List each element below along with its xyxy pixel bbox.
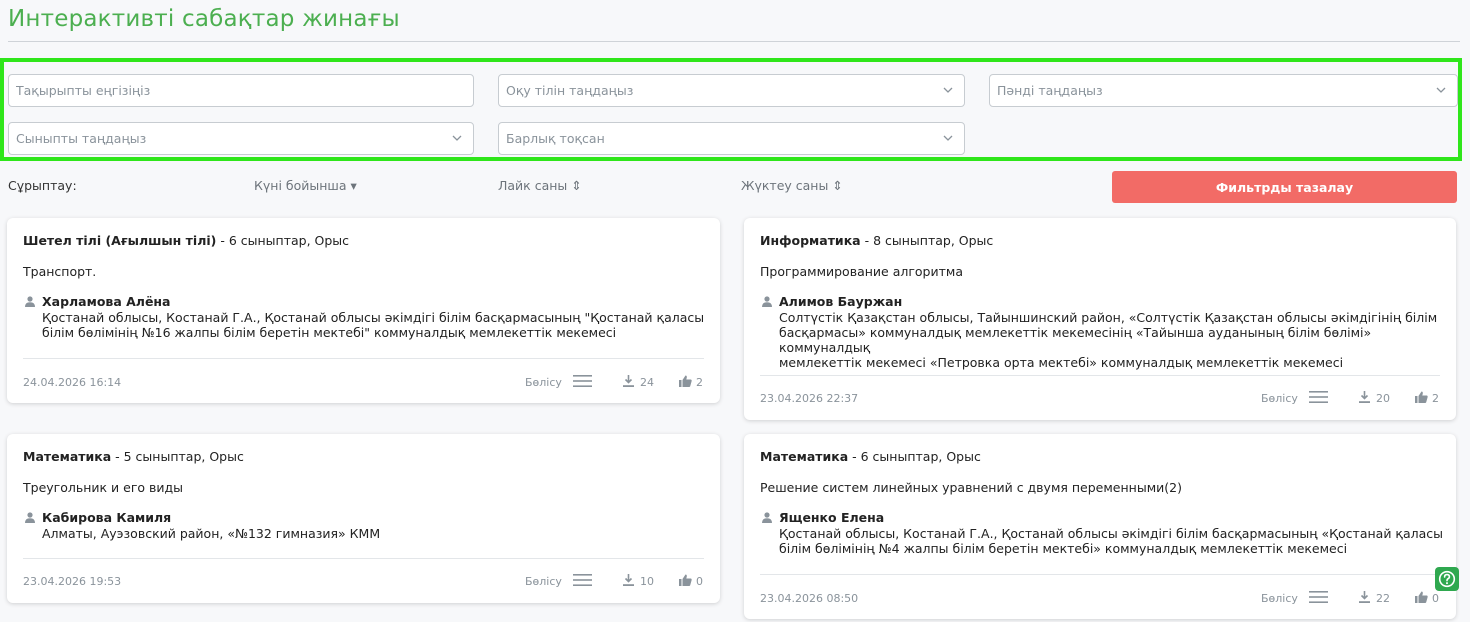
language-select-value: Оқу тілін таңдаңыз	[506, 83, 634, 98]
user-icon	[762, 512, 772, 523]
card-divider	[23, 358, 704, 359]
author-name: Ященко Елена	[779, 510, 885, 525]
org-line: білім бөлімінің №16 жалпы білім беретін …	[42, 325, 617, 340]
author-name: Кабирова Камиля	[42, 510, 172, 525]
card-meta: - 8 сыныптар, Орыс	[860, 233, 994, 248]
grade-select-value: Сыныпты таңдаңыз	[16, 131, 147, 146]
card-subject: Шетел тілі (Ағылшын тілі)	[23, 233, 217, 248]
subject-select-value: Пәнді таңдаңыз	[997, 83, 1103, 98]
org-line: басқармасы» коммуналдық мемлекеттік меке…	[779, 325, 1372, 355]
download-icon[interactable]	[1359, 591, 1370, 603]
like-count: 0	[696, 575, 703, 588]
page-title: Интерактивті сабақтар жинағы	[8, 6, 400, 32]
like-count: 2	[696, 376, 703, 389]
sort-label: Сұрыптау:	[8, 178, 77, 193]
user-icon	[25, 296, 35, 307]
card-header: Математика - 5 сыныптар, Орыс	[23, 449, 244, 464]
thumbs-up-icon[interactable]	[1415, 591, 1428, 603]
org-line: Солтүстік Қазақстан облысы, Тайыншинский…	[779, 310, 1438, 325]
lesson-card[interactable]: Шетел тілі (Ағылшын тілі) - 6 сыныптар, …	[7, 218, 720, 403]
download-count: 24	[640, 376, 654, 389]
chevron-down-icon	[942, 132, 954, 144]
card-topic[interactable]: Программирование алгоритма	[760, 264, 963, 279]
card-header: Математика - 6 сыныптар, Орыс	[760, 449, 981, 464]
subject-select[interactable]: Пәнді таңдаңыз	[989, 74, 1458, 107]
sort-by-downloads[interactable]: Жүктеу саны ⇕	[741, 178, 843, 193]
card-date: 24.04.2026 16:14	[23, 376, 122, 389]
question-circle-icon	[1438, 570, 1456, 588]
chevron-down-icon	[942, 84, 954, 96]
menu-icon[interactable]	[1309, 391, 1328, 403]
card-header: Шетел тілі (Ағылшын тілі) - 6 сыныптар, …	[23, 233, 349, 248]
topic-search-field[interactable]	[8, 74, 474, 107]
card-meta: - 6 сыныптар, Орыс	[848, 449, 981, 464]
card-date: 23.04.2026 08:50	[760, 592, 859, 605]
like-count: 0	[1432, 592, 1439, 605]
org-line: Қостанай облысы, Костанай Г.А., Қостанай…	[779, 526, 1444, 541]
title-divider	[8, 41, 1460, 42]
download-icon[interactable]	[623, 574, 634, 586]
thumbs-up-icon[interactable]	[679, 574, 692, 586]
author-organization: Қостанай облысы, Костанай Г.А., Қостанай…	[779, 526, 1443, 556]
menu-icon[interactable]	[1309, 591, 1328, 603]
card-date: 23.04.2026 19:53	[23, 575, 122, 588]
lesson-card[interactable]: Математика - 6 сыныптар, Орыс Решение си…	[744, 434, 1456, 619]
card-divider	[760, 574, 1440, 575]
sort-by-likes[interactable]: Лайк саны ⇕	[498, 178, 582, 193]
org-line: білім бөлімінің №4 жалпы білім беретін м…	[779, 541, 1348, 556]
filter-panel: Оқу тілін таңдаңыз Пәнді таңдаңыз Сыныпт…	[0, 58, 1462, 161]
like-count: 2	[1432, 392, 1439, 405]
quarter-select-value: Барлық тоқсан	[506, 131, 605, 146]
grade-select[interactable]: Сыныпты таңдаңыз	[8, 122, 474, 155]
menu-icon[interactable]	[573, 375, 592, 387]
card-divider	[760, 375, 1440, 376]
card-subject: Математика	[760, 449, 849, 464]
lesson-card[interactable]: Математика - 5 сыныптар, Орыс Треугольни…	[7, 434, 720, 603]
menu-icon[interactable]	[573, 574, 592, 586]
card-date: 23.04.2026 22:37	[760, 392, 859, 405]
share-label[interactable]: Бөлісу	[525, 575, 562, 588]
download-count: 20	[1376, 392, 1390, 405]
topic-search-input[interactable]	[16, 75, 473, 106]
card-header: Информатика - 8 сыныптар, Орыс	[760, 233, 993, 248]
card-divider	[23, 558, 704, 559]
org-line: мемлекеттік мекемесі «Петровка орта мект…	[779, 355, 1344, 370]
thumbs-up-icon[interactable]	[679, 375, 692, 387]
author-name: Харламова Алёна	[42, 294, 171, 309]
card-subject: Информатика	[760, 233, 861, 248]
sort-by-date[interactable]: Күні бойынша ▾	[254, 178, 357, 193]
share-label[interactable]: Бөлісу	[525, 376, 562, 389]
card-meta: - 5 сыныптар, Орыс	[111, 449, 244, 464]
download-icon[interactable]	[623, 375, 634, 387]
card-topic[interactable]: Решение систем линейных уравнений с двум…	[760, 480, 1182, 495]
author-organization: Алматы, Ауэзовский район, «№132 гимназия…	[42, 526, 380, 541]
org-line: Алматы, Ауэзовский район, «№132 гимназия…	[42, 526, 381, 541]
author-organization: Қостанай облысы, Костанай Г.А., Қостанай…	[42, 310, 704, 340]
thumbs-up-icon[interactable]	[1415, 391, 1428, 403]
language-select[interactable]: Оқу тілін таңдаңыз	[498, 74, 965, 107]
download-count: 10	[640, 575, 654, 588]
chevron-down-icon	[451, 132, 463, 144]
author-name: Алимов Бауржан	[779, 294, 903, 309]
card-topic[interactable]: Транспорт.	[23, 264, 96, 279]
clear-filters-button[interactable]: Фильтрды тазалау	[1112, 171, 1457, 203]
share-label[interactable]: Бөлісу	[1261, 392, 1298, 405]
user-icon	[762, 296, 772, 307]
author-organization: Солтүстік Қазақстан облысы, Тайыншинский…	[779, 310, 1456, 370]
user-icon	[25, 512, 35, 523]
card-topic[interactable]: Треугольник и его виды	[23, 480, 183, 495]
org-line: Қостанай облысы, Костанай Г.А., Қостанай…	[42, 310, 705, 325]
card-subject: Математика	[23, 449, 112, 464]
download-icon[interactable]	[1359, 391, 1370, 403]
card-meta: - 6 сыныптар, Орыс	[216, 233, 350, 248]
help-button[interactable]	[1435, 567, 1459, 591]
share-label[interactable]: Бөлісу	[1261, 592, 1298, 605]
download-count: 22	[1376, 592, 1390, 605]
lesson-card[interactable]: Информатика - 8 сыныптар, Орыс Программи…	[744, 218, 1456, 420]
chevron-down-icon	[1435, 84, 1447, 96]
quarter-select[interactable]: Барлық тоқсан	[498, 122, 965, 155]
